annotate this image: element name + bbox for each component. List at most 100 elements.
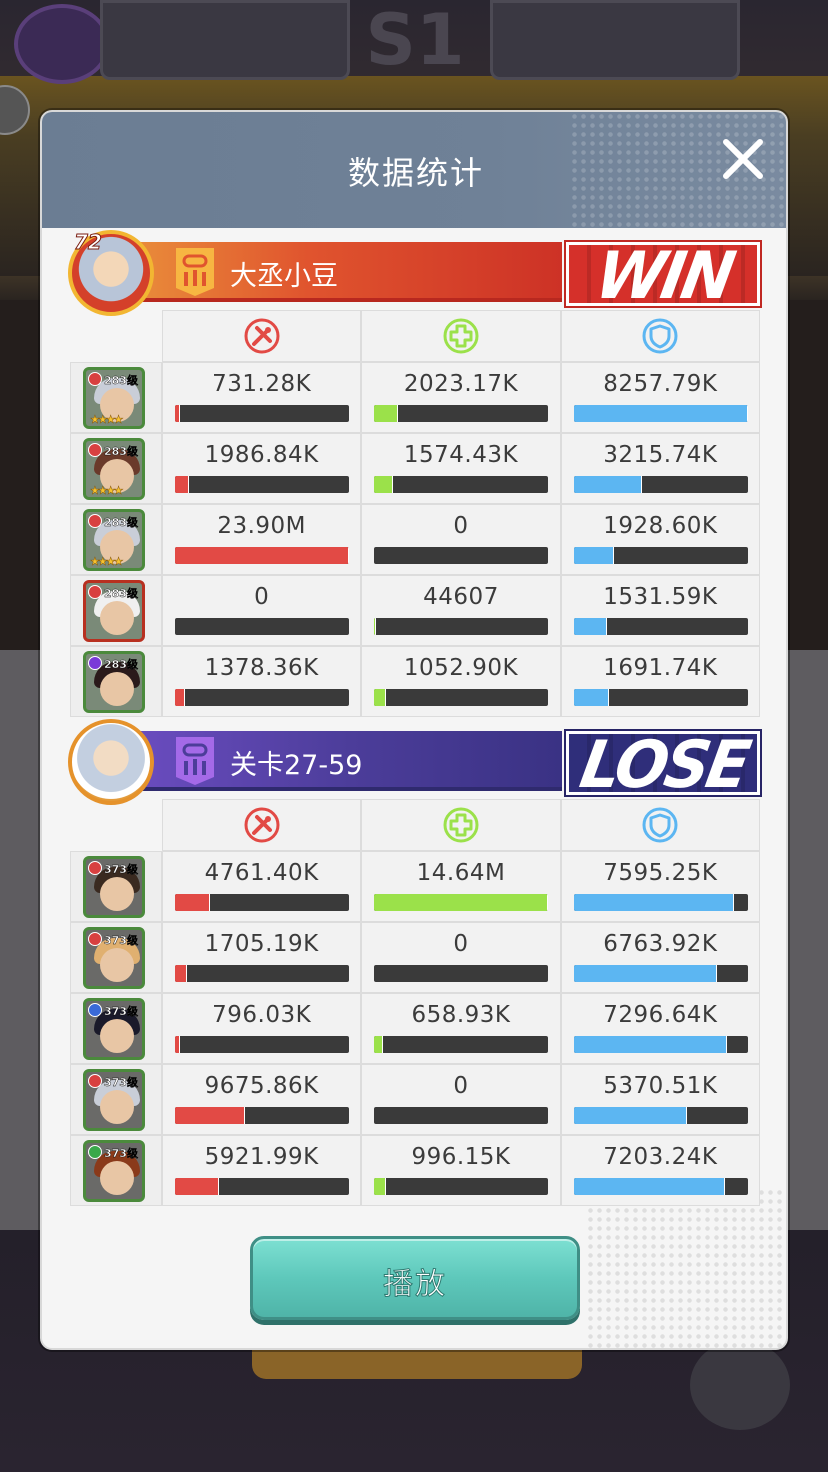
defense-value: 7203.24K	[603, 1144, 718, 1170]
damage-value: 4761.40K	[204, 860, 319, 886]
faction-icon	[88, 443, 102, 457]
damage-value: 1705.19K	[204, 931, 319, 957]
stats-header	[162, 310, 760, 362]
leader-avatar	[68, 719, 154, 805]
heal-bar-fill	[374, 476, 394, 493]
defense-bar-track	[573, 965, 748, 982]
damage-value: 1986.84K	[204, 442, 319, 468]
damage-value: 23.90M	[217, 513, 307, 539]
defense-bar-track	[573, 689, 748, 706]
damage-bar-track	[175, 965, 349, 982]
defense-cell: 7595.25K	[560, 851, 760, 922]
result-badge-win: WIN	[564, 240, 762, 308]
heal-cell: 0	[361, 1064, 561, 1135]
defense-bar-fill	[573, 965, 717, 982]
hero-portrait[interactable]: 373级	[83, 856, 145, 918]
damage-cell: 1378.36K	[162, 646, 362, 717]
defense-bar-fill	[573, 547, 614, 564]
play-button[interactable]: 播放	[250, 1236, 580, 1320]
defense-bar-track	[573, 1107, 748, 1124]
defense-bar-fill	[573, 689, 609, 706]
hero-face	[100, 1019, 134, 1053]
stats-dialog: 数据统计 72 大丞小豆 WIN 283级 ★★★★ 731.28K 2023.…	[40, 110, 788, 1350]
hero-portrait[interactable]: 373级	[83, 1069, 145, 1131]
damage-bar-track	[175, 547, 349, 564]
heal-value: 44607	[423, 584, 499, 610]
damage-bar-track	[175, 1107, 349, 1124]
hero-face	[100, 672, 134, 706]
hero-stat-row: 373级 5921.99K 996.15K 7203.24K	[70, 1135, 760, 1206]
heal-icon	[443, 318, 479, 354]
damage-bar-fill	[175, 405, 180, 422]
faction-icon	[88, 1003, 102, 1017]
hero-portrait[interactable]: 373级	[83, 927, 145, 989]
heal-value: 0	[453, 931, 469, 957]
heal-cell: 0	[361, 504, 561, 575]
damage-value: 731.28K	[212, 371, 312, 397]
heal-value: 14.64M	[416, 860, 506, 886]
hero-portrait[interactable]: 373级	[83, 998, 145, 1060]
heal-bar-track	[374, 1178, 549, 1195]
hero-face	[100, 1090, 134, 1124]
heal-cell: 1052.90K	[361, 646, 561, 717]
hero-portrait[interactable]: 373级	[83, 1140, 145, 1202]
damage-bar-fill	[175, 894, 210, 911]
hero-portrait[interactable]: 283级 ★★★★	[83, 438, 145, 500]
hero-level: 283级	[104, 374, 138, 387]
damage-bar-track	[175, 1036, 349, 1053]
close-button[interactable]	[718, 134, 768, 184]
heal-cell: 996.15K	[361, 1135, 561, 1206]
heal-bar-fill	[374, 618, 377, 635]
defense-cell: 5370.51K	[560, 1064, 760, 1135]
hero-portrait[interactable]: 283级 ★★★★	[83, 509, 145, 571]
damage-bar-track	[175, 1178, 349, 1195]
faction-icon	[88, 585, 102, 599]
defense-value: 1691.74K	[603, 655, 718, 681]
defense-value: 5370.51K	[603, 1073, 718, 1099]
stats-header	[162, 799, 760, 851]
hero-portrait[interactable]: 283级	[83, 651, 145, 713]
damage-cell: 1986.84K	[162, 433, 362, 504]
background-orange-button	[252, 1345, 582, 1379]
damage-icon	[244, 318, 280, 354]
damage-cell: 1705.19K	[162, 922, 362, 993]
damage-bar-track	[175, 405, 349, 422]
heal-bar-track	[374, 894, 549, 911]
damage-bar-fill	[175, 476, 189, 493]
result-text: WIN	[590, 242, 739, 306]
team-name-bar: 大丞小豆	[138, 242, 562, 302]
heal-column-header	[361, 310, 561, 362]
team-name-bar: 关卡27-59	[138, 731, 562, 791]
hero-face	[100, 601, 134, 635]
team-flag-icon	[176, 737, 214, 785]
play-button-label: 播放	[383, 1267, 447, 1303]
defense-bar-track	[573, 405, 748, 422]
hero-cell: 283级 ★★★★	[70, 362, 162, 433]
dialog-title: 数据统计	[347, 154, 484, 192]
damage-column-header	[162, 310, 362, 362]
faction-icon	[88, 372, 102, 386]
defense-cell: 8257.79K	[560, 362, 760, 433]
defense-value: 3215.74K	[603, 442, 718, 468]
hero-stat-row: 283级 1378.36K 1052.90K 1691.74K	[70, 646, 760, 717]
background-banner-right	[490, 0, 740, 80]
close-icon	[723, 139, 763, 179]
faction-icon	[88, 932, 102, 946]
damage-cell: 796.03K	[162, 993, 362, 1064]
hero-portrait[interactable]: 283级 ★★★★	[83, 367, 145, 429]
heal-column-header	[361, 799, 561, 851]
damage-bar-track	[175, 689, 349, 706]
hero-stat-row: 283级 0 44607 1531.59K	[70, 575, 760, 646]
heal-bar-fill	[374, 1178, 387, 1195]
damage-bar-fill	[175, 1178, 219, 1195]
defense-value: 1531.59K	[603, 584, 718, 610]
damage-value: 5921.99K	[204, 1144, 319, 1170]
background-right-button	[690, 1340, 790, 1430]
hero-portrait[interactable]: 283级	[83, 580, 145, 642]
hero-cell: 283级	[70, 575, 162, 646]
damage-value: 1378.36K	[204, 655, 319, 681]
damage-bar-fill	[175, 1036, 180, 1053]
defense-bar-fill	[573, 405, 748, 422]
hero-level: 283级	[104, 445, 138, 458]
heal-value: 1052.90K	[403, 655, 519, 681]
